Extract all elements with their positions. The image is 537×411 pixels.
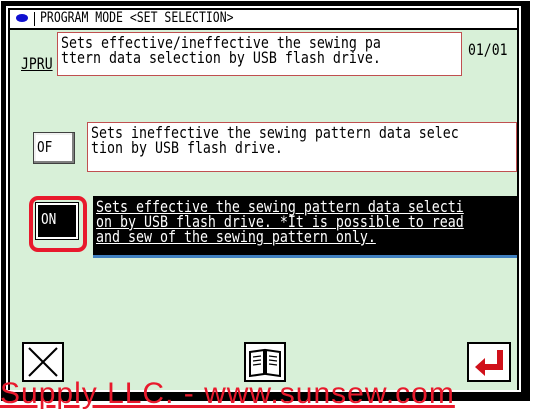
manual-button[interactable] [244, 342, 286, 382]
option-on-description-text: Sets effective the sewing pattern data s… [96, 197, 464, 246]
book-icon [249, 348, 281, 378]
current-setting-description: Sets effective/ineffective the sewing pa… [57, 32, 462, 76]
current-description-text: Sets effective/ineffective the sewing pa… [61, 33, 381, 67]
close-x-icon [28, 347, 58, 377]
option-on-button[interactable]: ON [36, 203, 78, 239]
mode-indicator-icon [16, 14, 28, 22]
watermark-text: Supply LLC. - www.sunsew.com [0, 377, 455, 410]
title-divider [34, 12, 35, 26]
option-on-label: ON [41, 210, 57, 228]
option-of-description: Sets ineffective the sewing pattern data… [87, 122, 517, 172]
enter-arrow-icon [475, 350, 503, 376]
option-of-label: OF [37, 138, 53, 156]
page-indicator: 01/01 [468, 40, 508, 59]
option-of-description-text: Sets ineffective the sewing pattern data… [91, 123, 459, 157]
enter-button[interactable] [467, 342, 511, 382]
option-of-button[interactable]: OF [33, 132, 75, 164]
program-mode-screen: PROGRAM MODE <SET SELECTION> JPRU Sets e… [10, 10, 517, 390]
cancel-button[interactable] [22, 342, 64, 382]
current-setting-code: JPRU [21, 54, 53, 73]
option-on-description: Sets effective the sewing pattern data s… [93, 196, 517, 258]
page-title: PROGRAM MODE <SET SELECTION> [40, 10, 234, 26]
title-bar: PROGRAM MODE <SET SELECTION> [10, 10, 517, 30]
